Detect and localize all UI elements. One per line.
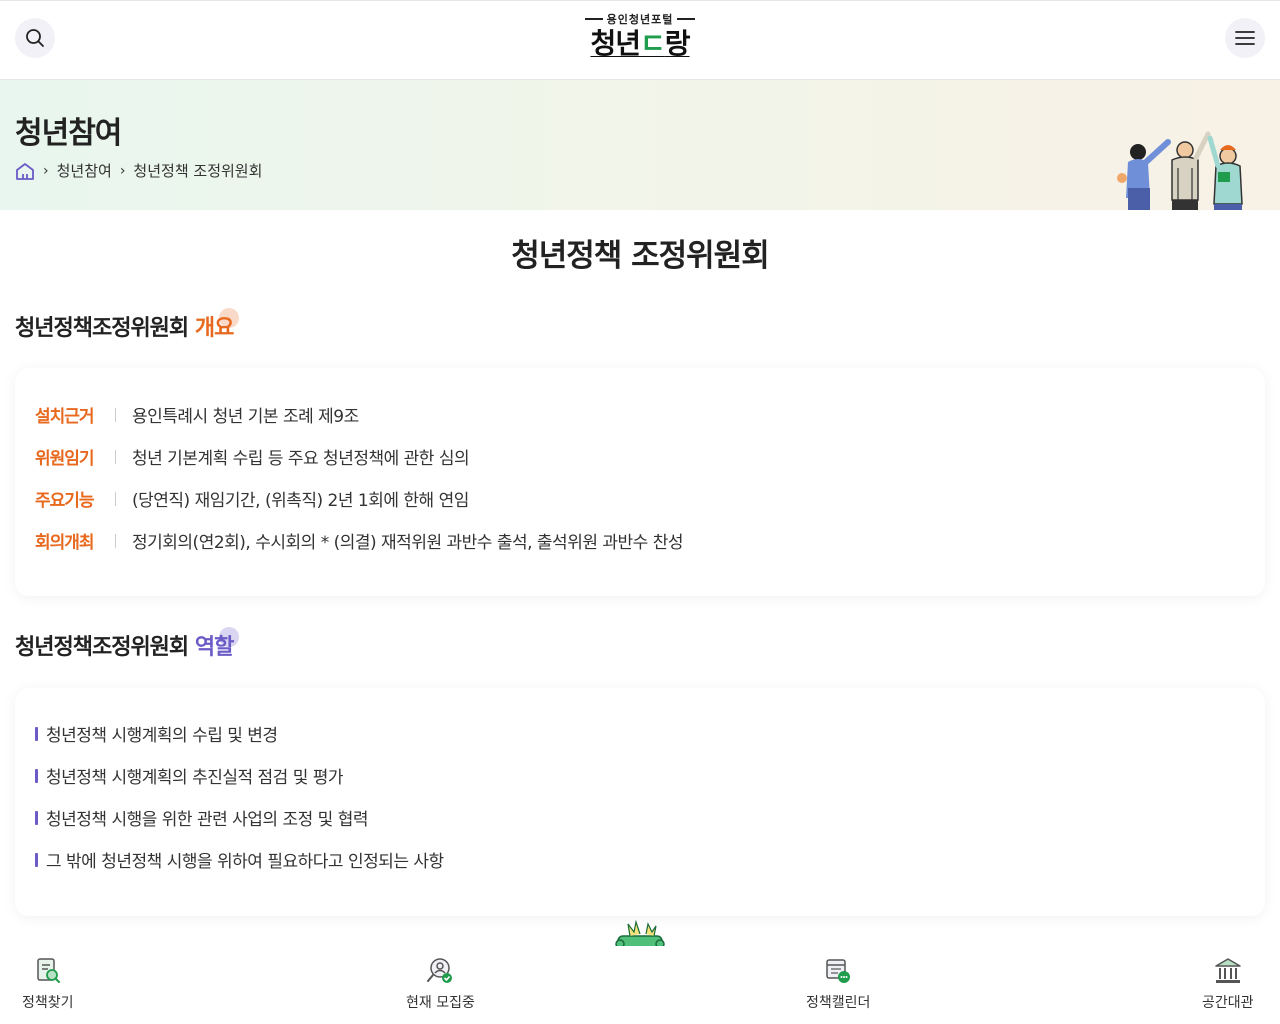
info-value: (당연직) 재임기간, (위촉직) 2년 1회에 한해 연임 — [132, 491, 469, 511]
overview-row: 주요기능 (당연직) 재임기간, (위촉직) 2년 1회에 한해 연임 — [35, 486, 469, 511]
search-icon — [26, 29, 44, 47]
search-button[interactable] — [15, 18, 55, 58]
breadcrumb-item-committee[interactable]: 청년정책 조정위원회 — [133, 160, 262, 181]
menu-button[interactable] — [1225, 18, 1265, 58]
banner-title: 청년참여 — [15, 116, 122, 151]
info-label: 위원임기 — [35, 449, 95, 469]
nav-recruiting[interactable]: 현재 모집중 — [406, 956, 475, 1012]
page-banner: 청년참여 › 청년참여 › 청년정책 조정위원회 — [0, 80, 1280, 210]
breadcrumb-item-participation[interactable]: 청년참여 — [57, 160, 112, 181]
nav-label: 정책찾기 — [22, 995, 74, 1011]
list-item: 그 밖에 청년정책 시행을 위하여 필요하다고 인정되는 사항 — [35, 847, 444, 872]
list-item: 청년정책 시행계획의 추진실적 점검 및 평가 — [35, 763, 344, 788]
building-icon — [1215, 958, 1241, 983]
breadcrumb: › 청년참여 › 청년정책 조정위원회 — [15, 160, 262, 181]
list-item: 청년정책 시행계획의 수립 및 변경 — [35, 721, 278, 746]
info-value: 청년 기본계획 수립 등 주요 청년정책에 관한 심의 — [132, 449, 470, 469]
hamburger-menu-icon — [1235, 31, 1255, 45]
nav-label: 정책캘린더 — [806, 995, 871, 1011]
info-value: 용인특례시 청년 기본 조례 제9조 — [132, 407, 359, 427]
overview-row: 회의개최 정기회의(연2회), 수시회의 * (의결) 재적위원 과반수 출석,… — [35, 528, 684, 553]
policy-search-icon — [37, 958, 60, 983]
recruiting-icon — [427, 958, 453, 983]
youth-group-illustration — [1117, 131, 1243, 210]
info-label: 설치근거 — [35, 407, 95, 427]
page-title: 청년정책 조정위원회 — [511, 238, 769, 274]
info-label: 회의개최 — [35, 533, 95, 553]
overview-row: 위원임기 청년 기본계획 수립 등 주요 청년정책에 관한 심의 — [35, 444, 470, 469]
site-logo[interactable]: 용인청년포털 청년ㄷ랑 — [575, 11, 705, 69]
chevron-right-icon: › — [119, 162, 126, 179]
home-icon[interactable] — [15, 162, 35, 180]
logo-subtitle: 용인청년포털 — [606, 13, 674, 26]
chevron-right-icon: › — [43, 162, 49, 179]
info-value: 정기회의(연2회), 수시회의 * (의결) 재적위원 과반수 출석, 출석위원… — [132, 533, 684, 553]
overview-card: 설치근거 용인특례시 청년 기본 조례 제9조 위원임기 청년 기본계획 수립 … — [15, 368, 1265, 596]
nav-policy-search[interactable]: 정책찾기 — [22, 956, 74, 1012]
list-item: 청년정책 시행을 위한 관련 사업의 조정 및 협력 — [35, 805, 369, 830]
nav-label: 현재 모집중 — [406, 995, 475, 1011]
roles-section-title: 청년정책조정위원회 역할 — [15, 627, 240, 661]
nav-space-rental[interactable]: 공간대관 — [1202, 956, 1254, 1012]
calendar-chat-icon — [826, 959, 851, 983]
roles-card: 청년정책 시행계획의 수립 및 변경 청년정책 시행계획의 추진실적 점검 및 … — [15, 688, 1265, 916]
overview-section-title: 청년정책조정위원회 개요 — [15, 308, 240, 342]
site-header: 용인청년포털 청년ㄷ랑 — [0, 0, 1280, 80]
bottom-navigation: 정책찾기 현재 모집중 정책캘린더 공간대관 — [0, 946, 1280, 1024]
info-label: 주요기능 — [35, 491, 95, 511]
logo-title: 청년ㄷ랑 — [590, 27, 690, 60]
nav-policy-calendar[interactable]: 정책캘린더 — [806, 956, 870, 1012]
overview-row: 설치근거 용인특례시 청년 기본 조례 제9조 — [35, 402, 359, 427]
nav-label: 공간대관 — [1202, 995, 1254, 1011]
